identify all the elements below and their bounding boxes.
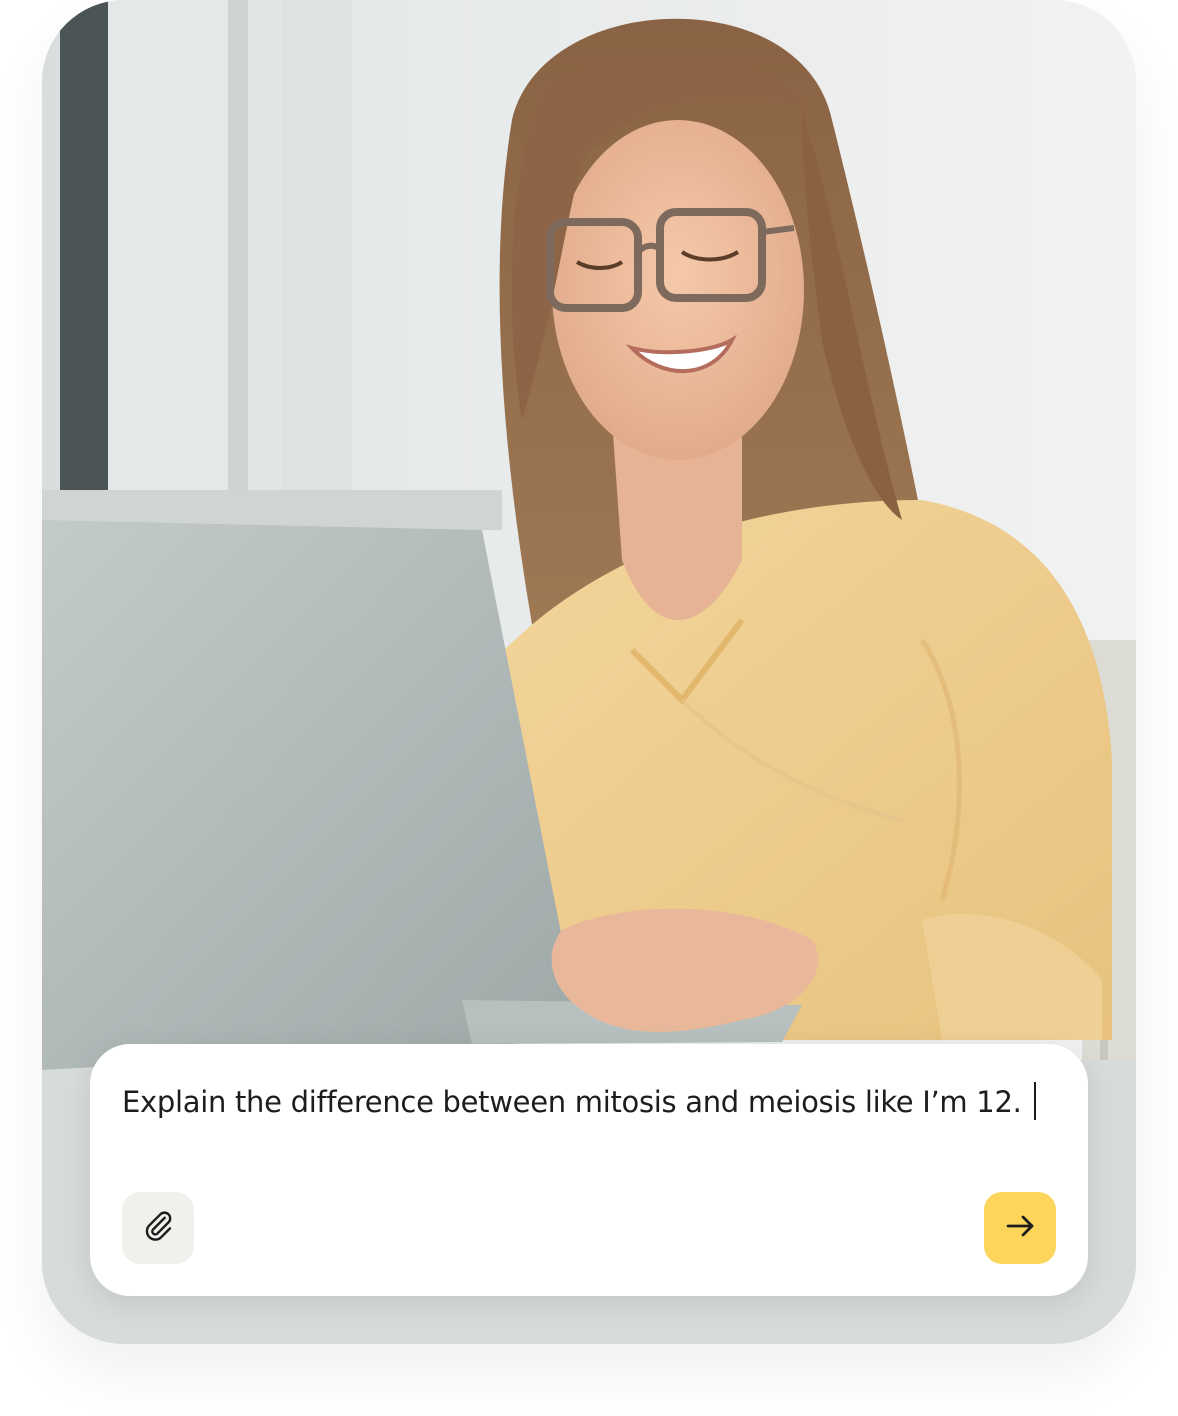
send-button[interactable] (984, 1192, 1056, 1264)
text-caret (1033, 1082, 1036, 1120)
attach-button[interactable] (122, 1192, 194, 1264)
paperclip-icon (140, 1208, 176, 1248)
prompt-text: Explain the difference between mitosis a… (122, 1085, 1022, 1119)
prompt-composer[interactable]: Explain the difference between mitosis a… (90, 1044, 1088, 1296)
arrow-right-icon (1002, 1208, 1038, 1248)
prompt-input[interactable]: Explain the difference between mitosis a… (122, 1080, 1036, 1124)
